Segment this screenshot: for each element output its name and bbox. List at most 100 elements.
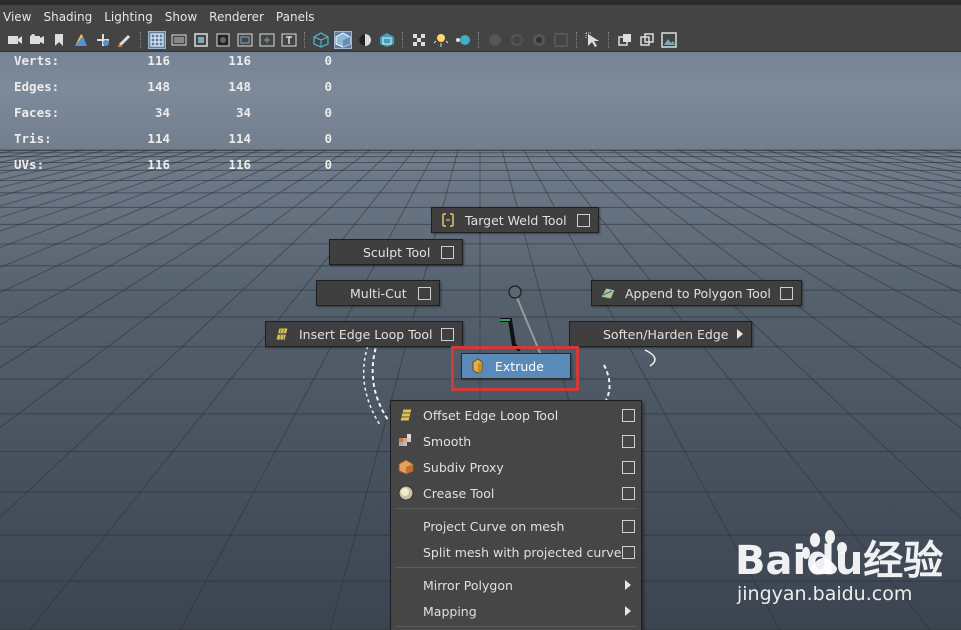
menu-item-project-curve-on-mesh[interactable]: Project Curve on mesh	[391, 513, 641, 539]
menu-item-label: Mirror Polygon	[423, 577, 513, 593]
smooth-icon	[398, 433, 414, 449]
hud-value: 114	[228, 131, 251, 146]
grid-icon[interactable]	[148, 31, 166, 49]
option-box[interactable]	[622, 460, 635, 474]
menu-item-smooth[interactable]: Smooth	[391, 428, 641, 454]
resolution-gate-icon[interactable]	[192, 31, 210, 49]
marking-menu-soften-harden-edge[interactable]: Soften/Harden Edge	[569, 321, 752, 347]
motion-blur-icon[interactable]	[486, 31, 504, 49]
xray-joints-icon[interactable]	[616, 31, 634, 49]
option-box[interactable]	[622, 519, 635, 533]
menu-item-label: Sculpt Tool	[363, 244, 431, 260]
film-gate-icon[interactable]	[170, 31, 188, 49]
hud-row-tris: Tris: 114 114 0	[14, 130, 344, 156]
marking-menu-multi-cut[interactable]: Multi-Cut	[316, 280, 440, 306]
offset-edge-loop-icon	[398, 407, 414, 423]
field-chart-icon[interactable]	[236, 31, 254, 49]
hud-label: Verts:	[14, 53, 60, 68]
watermark-brand: Baidu经验	[735, 528, 943, 586]
menu-item-label: Extrude	[495, 358, 544, 374]
screen-space-ao-icon[interactable]	[454, 31, 472, 49]
hud-value: 116	[147, 157, 170, 172]
submenu-arrow-icon	[737, 329, 743, 339]
menu-item-crease-tool[interactable]: Crease Tool	[391, 480, 641, 506]
option-box[interactable]	[441, 327, 454, 341]
select-camera-icon[interactable]	[6, 31, 24, 49]
wireframe-icon[interactable]	[312, 31, 330, 49]
depth-of-field-icon[interactable]	[530, 31, 548, 49]
shadows-icon[interactable]	[432, 31, 450, 49]
gate-mask-icon[interactable]	[214, 31, 232, 49]
menu-item-split-mesh-with-projected-curve[interactable]: Split mesh with projected curve	[391, 539, 641, 565]
panel-menubar: View Shading Lighting Show Renderer Pane…	[0, 0, 961, 29]
menu-renderer[interactable]: Renderer	[205, 10, 272, 24]
option-box[interactable]	[418, 286, 431, 300]
insert-edge-loop-icon	[274, 326, 290, 342]
hud-row-uvs: UVs: 116 116 0	[14, 156, 344, 182]
hud-row-verts: Verts: 116 116 0	[14, 52, 344, 78]
toolbar-separator	[608, 32, 610, 48]
append-polygon-icon	[600, 285, 616, 301]
toolbar-separator	[478, 32, 480, 48]
menu-item-label: Subdiv Proxy	[423, 459, 504, 475]
menu-panels[interactable]: Panels	[272, 10, 323, 24]
menu-item-label: Smooth	[423, 433, 472, 449]
menu-lighting[interactable]: Lighting	[100, 10, 161, 24]
menu-item-label: Soften/Harden Edge	[603, 326, 729, 342]
hud-row-faces: Faces: 34 34 0	[14, 104, 344, 130]
marking-menu-overflow-list: Offset Edge Loop Tool Smooth Subdiv Prox…	[390, 400, 642, 630]
menu-item-label: Project Curve on mesh	[423, 518, 565, 534]
menu-item-label: Target Weld Tool	[465, 212, 567, 228]
menu-item-offset-edge-loop-tool[interactable]: Offset Edge Loop Tool	[391, 402, 641, 428]
option-box[interactable]	[622, 486, 635, 500]
image-plane-icon[interactable]	[72, 31, 90, 49]
grease-pencil-icon[interactable]	[116, 31, 134, 49]
option-box[interactable]	[441, 245, 454, 259]
anti-aliasing-icon[interactable]	[508, 31, 526, 49]
hud-value: 34	[154, 105, 170, 120]
hud-value: 148	[228, 79, 251, 94]
marking-menu-sculpt-tool[interactable]: Sculpt Tool	[329, 239, 463, 265]
hud-value: 34	[235, 105, 251, 120]
image-icon[interactable]	[660, 31, 678, 49]
menu-item-subdiv-proxy[interactable]: Subdiv Proxy	[391, 454, 641, 480]
use-all-lights-icon[interactable]	[410, 31, 428, 49]
textured-icon[interactable]	[378, 31, 396, 49]
safe-title-icon[interactable]	[280, 31, 298, 49]
bookmark-icon[interactable]	[50, 31, 68, 49]
marking-menu-insert-edge-loop-tool[interactable]: Insert Edge Loop Tool	[265, 321, 463, 347]
menu-show[interactable]: Show	[161, 10, 205, 24]
hud-value: 116	[228, 53, 251, 68]
toolbar-separator	[576, 32, 578, 48]
toolbar-separator	[304, 32, 306, 48]
menu-item-mapping[interactable]: Mapping	[391, 598, 641, 624]
hud-value: 0	[324, 53, 332, 68]
camera-attributes-icon[interactable]	[28, 31, 46, 49]
menu-item-mirror-polygon[interactable]: Mirror Polygon	[391, 572, 641, 598]
menu-view[interactable]: View	[0, 10, 39, 24]
menu-item-label: Crease Tool	[423, 485, 495, 501]
xray-icon[interactable]	[584, 31, 602, 49]
menu-shading[interactable]: Shading	[39, 10, 100, 24]
isolate-select-icon[interactable]	[552, 31, 570, 49]
backface-culling-icon[interactable]	[638, 31, 656, 49]
hud-value: 0	[324, 157, 332, 172]
option-box[interactable]	[622, 545, 635, 559]
crease-tool-icon	[398, 485, 414, 501]
safe-action-icon[interactable]	[258, 31, 276, 49]
option-box[interactable]	[577, 213, 590, 227]
marking-menu-append-to-polygon-tool[interactable]: Append to Polygon Tool	[591, 280, 802, 306]
toolbar-separator	[140, 32, 142, 48]
smooth-shade-all-icon[interactable]	[334, 31, 352, 49]
baidu-jingyan-watermark: Baidu经验 jingyan.baidu.com	[735, 528, 955, 608]
marking-menu-extrude[interactable]: Extrude	[461, 353, 571, 379]
hud-label: Faces:	[14, 105, 60, 120]
option-box[interactable]	[622, 434, 635, 448]
option-box[interactable]	[622, 408, 635, 422]
menu-separator	[395, 508, 637, 509]
default-material-icon[interactable]	[356, 31, 374, 49]
menu-item-label: Append to Polygon Tool	[625, 285, 771, 301]
marking-menu-target-weld-tool[interactable]: Target Weld Tool	[431, 207, 599, 233]
2d-pan-zoom-icon[interactable]	[94, 31, 112, 49]
option-box[interactable]	[780, 286, 793, 300]
